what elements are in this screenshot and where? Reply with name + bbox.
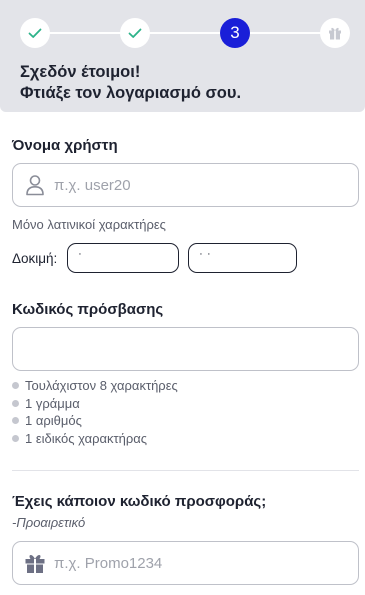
title-line-1: Σχεδόν έτοιμοι! [20, 63, 141, 81]
step-1-completed [20, 18, 50, 48]
user-icon [24, 174, 46, 196]
promo-label: Έχεις κάποιον κωδικό προσφοράς; [12, 493, 267, 510]
requirement-text: 1 αριθμός [25, 413, 82, 429]
requirement-item: Τουλάχιστον 8 χαρακτήρες [12, 377, 178, 395]
section-divider [12, 470, 359, 471]
suggestion-text: ˙ ˙ [199, 250, 212, 266]
suggestion-chip[interactable]: ˙ ˙ [188, 243, 298, 273]
promo-input[interactable] [54, 542, 358, 584]
suggestion-chip[interactable]: ˙ [67, 243, 180, 273]
step-2-completed [120, 18, 150, 48]
promo-optional-note: -Προαιρετικό [12, 515, 86, 530]
progress-stepper: 3 [20, 18, 350, 48]
requirement-item: 1 αριθμός [12, 412, 178, 430]
requirement-text: Τουλάχιστον 8 χαρακτήρες [25, 378, 178, 394]
password-input[interactable] [13, 328, 358, 370]
requirement-item: 1 ειδικός χαρακτήρας [12, 430, 178, 448]
gift-icon [329, 27, 341, 40]
requirement-dot [12, 399, 19, 407]
page-title: Σχεδόν έτοιμοι! Φτιάξε τον λογαριασμό σο… [20, 62, 241, 104]
title-line-2: Φτιάξε τον λογαριασμό σου. [20, 84, 242, 102]
step-3-current: 3 [220, 18, 250, 48]
requirement-dot [12, 382, 19, 390]
password-requirements: Τουλάχιστον 8 χαρακτήρες 1 γράμμα 1 αριθ… [12, 377, 178, 447]
password-field[interactable] [12, 327, 359, 371]
step-4-upcoming [320, 18, 350, 48]
check-icon [128, 28, 142, 38]
stepper-track [35, 32, 335, 34]
signup-header: 3 Σχεδόν έτοιμοι! Φτιάξε τον λογαριασμό … [0, 0, 365, 112]
gift-icon [24, 552, 46, 574]
suggestions-label: Δοκιμή: [12, 250, 58, 266]
username-hint: Μόνο λατινικοί χαρακτήρες [12, 217, 166, 232]
requirement-dot [12, 434, 19, 442]
step-number: 3 [230, 23, 240, 42]
username-field[interactable] [12, 163, 359, 207]
requirement-text: 1 γράμμα [25, 395, 80, 411]
username-suggestions: Δοκιμή: ˙ ˙ ˙ [12, 243, 306, 273]
username-input[interactable] [54, 164, 358, 206]
requirement-item: 1 γράμμα [12, 395, 178, 413]
password-label: Κωδικός πρόσβασης [12, 301, 164, 318]
promo-field[interactable] [12, 541, 359, 585]
username-label: Όνομα χρήστη [12, 137, 118, 154]
check-icon [28, 28, 42, 38]
requirement-text: 1 ειδικός χαρακτήρας [25, 430, 148, 446]
requirement-dot [12, 417, 19, 425]
